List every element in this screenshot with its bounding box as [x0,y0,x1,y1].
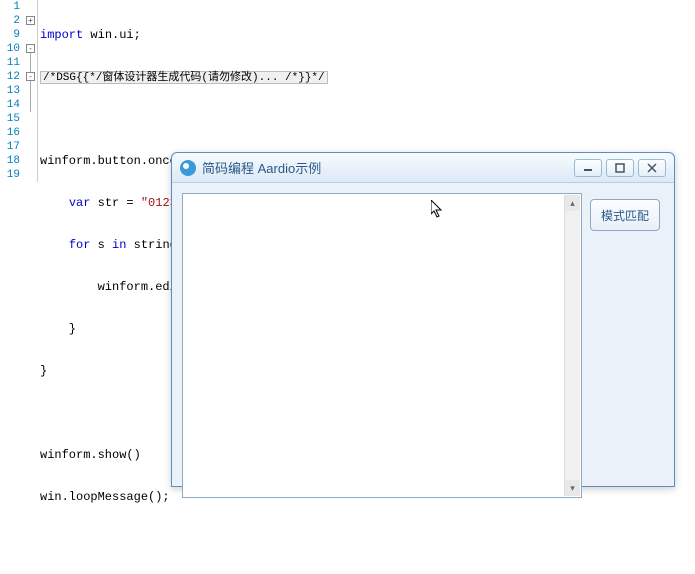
pattern-match-button[interactable]: 模式匹配 [590,199,660,231]
folded-region[interactable]: /*DSG{{*/窗体设计器生成代码(请勿修改)... /*}}*/ [40,71,328,84]
window-title: 简码编程 Aardio示例 [202,158,574,177]
scroll-down-icon[interactable]: ▾ [565,480,580,496]
fold-toggle[interactable]: - [26,44,35,53]
client-area: ▴ ▾ 模式匹配 [172,183,674,486]
scrollbar-vertical[interactable]: ▴ ▾ [564,195,580,496]
fold-toggle[interactable]: + [26,16,35,25]
maximize-button[interactable] [606,159,634,177]
scroll-up-icon[interactable]: ▴ [565,195,580,211]
fold-column: + - - [24,0,38,182]
titlebar[interactable]: 简码编程 Aardio示例 [172,153,674,183]
app-icon [180,160,196,176]
close-button[interactable] [638,159,666,177]
edit-textarea[interactable]: ▴ ▾ [182,193,582,498]
fold-toggle[interactable]: - [26,72,35,81]
app-window: 简码编程 Aardio示例 ▴ ▾ 模式匹配 [171,152,675,487]
line-gutter: 1 2 9 10 11 12 13 14 15 16 17 18 19 [0,0,24,182]
minimize-button[interactable] [574,159,602,177]
